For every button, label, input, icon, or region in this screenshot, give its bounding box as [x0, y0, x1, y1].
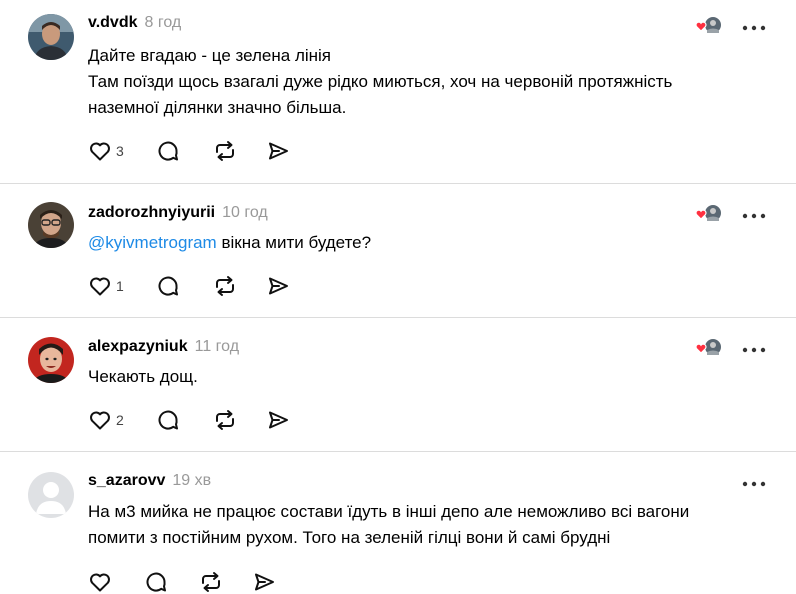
timestamp: 8 год	[144, 14, 182, 31]
username[interactable]: s_azarovv 19 хв	[88, 472, 211, 490]
username[interactable]: v.dvdk 8 год	[88, 14, 181, 32]
timestamp: 11 год	[194, 338, 240, 355]
repost-button[interactable]	[212, 272, 266, 300]
send-icon	[266, 274, 290, 298]
avatar[interactable]	[28, 202, 74, 248]
like-button[interactable]	[88, 568, 144, 594]
more-dots-icon[interactable]	[741, 342, 767, 353]
comment-line: помити з постійним рухом. Того на зелені…	[88, 528, 611, 547]
username[interactable]: alexpazyniuk 11 год	[88, 338, 239, 356]
like-count: 2	[116, 412, 124, 428]
repost-button[interactable]	[198, 568, 252, 594]
avatar[interactable]	[28, 472, 74, 518]
comment-line: На м3 мийка не працює состави їдуть в ін…	[88, 502, 690, 521]
like-count: 3	[116, 143, 124, 159]
heart-icon	[88, 139, 112, 163]
share-button[interactable]	[266, 406, 296, 434]
comment-line: Там поїзди щось взагалі дуже рідко миють…	[88, 72, 673, 91]
creator-liked-heart-icon	[695, 337, 723, 357]
comment-text: Чекають дощ.	[88, 364, 778, 390]
repost-icon	[212, 274, 238, 298]
like-button[interactable]: 2	[88, 406, 156, 434]
comment-line: Чекають дощ.	[88, 367, 198, 386]
comment: zadorozhnyiyurii 10 год @kyivmetrogram ві…	[0, 184, 796, 317]
heart-icon	[88, 274, 112, 298]
share-button[interactable]	[266, 137, 296, 165]
more-dots-icon[interactable]	[741, 208, 767, 219]
like-button[interactable]: 3	[88, 137, 156, 165]
comment-text: На м3 мийка не працює состави їдуть в ін…	[88, 499, 778, 551]
comment-line: наземної ділянки значно більша.	[88, 98, 347, 117]
action-bar: 1	[88, 272, 296, 300]
comment-text: Дайте вгадаю - це зелена лінія Там поїзд…	[88, 43, 778, 121]
avatar[interactable]	[28, 337, 74, 383]
reply-button[interactable]	[156, 406, 212, 434]
avatar[interactable]	[28, 14, 74, 60]
reply-button[interactable]	[156, 272, 212, 300]
timestamp: 19 хв	[172, 472, 212, 489]
repost-icon	[212, 408, 238, 432]
send-icon	[266, 139, 290, 163]
repost-button[interactable]	[212, 137, 266, 165]
repost-icon	[212, 139, 238, 163]
like-button[interactable]: 1	[88, 272, 156, 300]
more-dots-icon[interactable]	[741, 20, 767, 31]
comment: alexpazyniuk 11 год Чекають дощ. 2	[0, 318, 796, 451]
action-bar: 2	[88, 406, 296, 434]
action-bar	[88, 568, 282, 594]
heart-icon	[88, 408, 112, 432]
like-count: 1	[116, 278, 124, 294]
repost-button[interactable]	[212, 406, 266, 434]
heart-icon	[88, 570, 112, 594]
send-icon	[266, 408, 290, 432]
creator-liked-heart-icon	[695, 15, 723, 35]
reply-button[interactable]	[156, 137, 212, 165]
comment-bubble-icon	[156, 139, 180, 163]
share-button[interactable]	[252, 568, 282, 594]
username[interactable]: zadorozhnyiyurii 10 год	[88, 204, 268, 222]
repost-icon	[198, 570, 224, 594]
username-text[interactable]: zadorozhnyiyurii	[88, 204, 215, 221]
username-text[interactable]: v.dvdk	[88, 14, 138, 31]
share-button[interactable]	[266, 272, 296, 300]
comment-text: @kyivmetrogram вікна мити будете?	[88, 230, 778, 256]
comment-bubble-icon	[156, 274, 180, 298]
username-text[interactable]: s_azarovv	[88, 472, 165, 489]
action-bar: 3	[88, 137, 296, 165]
comment-line: Дайте вгадаю - це зелена лінія	[88, 46, 332, 65]
creator-liked-heart-icon	[695, 203, 723, 223]
comment: v.dvdk 8 год Дайте вгадаю - це зелена лін…	[0, 0, 796, 183]
more-dots-icon[interactable]	[741, 476, 767, 487]
mention-link[interactable]: @kyivmetrogram	[88, 233, 217, 252]
reply-button[interactable]	[144, 568, 198, 594]
username-text[interactable]: alexpazyniuk	[88, 338, 188, 355]
comment-bubble-icon	[144, 570, 168, 594]
comments-feed: v.dvdk 8 год Дайте вгадаю - це зелена лін…	[0, 0, 796, 594]
timestamp: 10 год	[222, 204, 268, 221]
comment-line: вікна мити будете?	[216, 233, 372, 252]
comment-bubble-icon	[156, 408, 180, 432]
comment: s_azarovv 19 хв На м3 мийка не працює сос…	[0, 452, 796, 594]
send-icon	[252, 570, 276, 594]
